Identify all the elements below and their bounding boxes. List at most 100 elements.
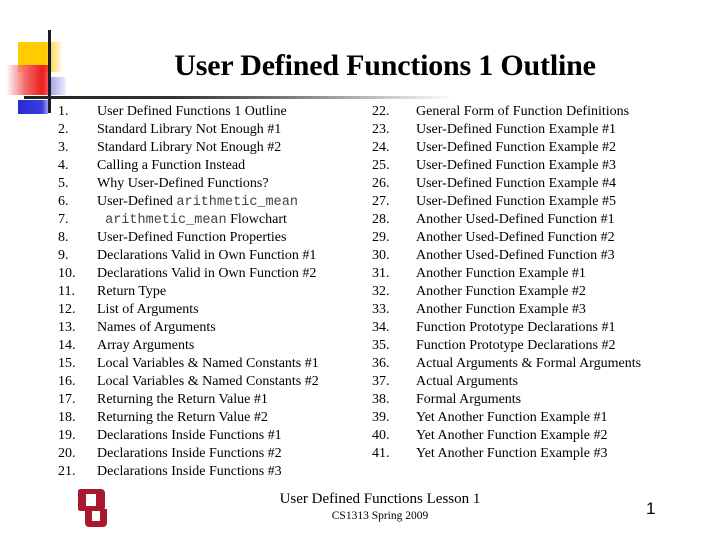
item-label: User-Defined Function Example #1 bbox=[416, 122, 616, 137]
item-label: Names of Arguments bbox=[97, 320, 216, 335]
outline-item: 22. General Form of Function Definitions bbox=[372, 103, 641, 121]
item-text: Another Used-Defined Function #3 bbox=[416, 247, 615, 265]
outline-item: 26. User-Defined Function Example #4 bbox=[372, 175, 641, 193]
item-number: 40. bbox=[372, 428, 390, 443]
item-label: Standard Library Not Enough #1 bbox=[97, 122, 282, 137]
outline-item: 31. Another Function Example #1 bbox=[372, 265, 641, 283]
item-text: Calling a Function Instead bbox=[97, 157, 245, 175]
item-number: 17. bbox=[58, 392, 76, 407]
item-label: Array Arguments bbox=[97, 338, 195, 353]
item-number: 7. bbox=[58, 212, 69, 227]
item-label: Actual Arguments & Formal Arguments bbox=[416, 356, 642, 371]
item-number: 18. bbox=[58, 410, 76, 425]
item-number: 23. bbox=[372, 122, 390, 137]
item-number: 25. bbox=[372, 158, 390, 173]
item-number: 32. bbox=[372, 284, 390, 299]
item-number: 6. bbox=[58, 194, 69, 209]
item-label: Standard Library Not Enough #2 bbox=[97, 140, 282, 155]
item-text: Function Prototype Declarations #1 bbox=[416, 319, 615, 337]
item-text: Function Prototype Declarations #2 bbox=[416, 337, 615, 355]
item-label: Another Function Example #1 bbox=[416, 266, 586, 281]
item-text: Standard Library Not Enough #2 bbox=[97, 139, 281, 157]
item-text: User-Defined Function Example #4 bbox=[416, 175, 616, 193]
item-label: List of Arguments bbox=[97, 302, 199, 317]
item-number: 13. bbox=[58, 320, 76, 335]
outline-list-left: 1. User Defined Functions 1 Outline 2. Stan… bbox=[58, 103, 319, 481]
item-text: Returning the Return Value #2 bbox=[97, 409, 268, 427]
outline-item: 28. Another Used-Defined Function #1 bbox=[372, 211, 641, 229]
item-number: 39. bbox=[372, 410, 390, 425]
outline-item: 12. List of Arguments bbox=[58, 301, 319, 319]
item-text: Why User-Defined Functions? bbox=[97, 175, 269, 193]
item-number: 29. bbox=[372, 230, 390, 245]
item-label: General Form of Function Definitions bbox=[416, 104, 630, 119]
item-label: User-Defined bbox=[97, 194, 177, 209]
item-label: Flowchart bbox=[226, 212, 287, 227]
item-number: 11. bbox=[58, 284, 75, 299]
item-label: Another Used-Defined Function #1 bbox=[416, 212, 615, 227]
outline-item: 15. Local Variables & Named Constants #1 bbox=[58, 355, 319, 373]
item-text: Another Function Example #2 bbox=[416, 283, 586, 301]
item-number: 21. bbox=[58, 464, 76, 479]
outline-item: 2. Standard Library Not Enough #1 bbox=[58, 121, 319, 139]
item-label: Declarations Inside Functions #2 bbox=[97, 446, 282, 461]
item-text: Another Used-Defined Function #2 bbox=[416, 229, 615, 247]
outline-item: 7. arithmetic_mean Flowchart bbox=[58, 211, 319, 229]
outline-item: 37. Actual Arguments bbox=[372, 373, 641, 391]
item-label: Return Type bbox=[97, 284, 167, 299]
outline-item: 17. Returning the Return Value #1 bbox=[58, 391, 319, 409]
item-number: 15. bbox=[58, 356, 76, 371]
item-number: 24. bbox=[372, 140, 390, 155]
item-text: Local Variables & Named Constants #2 bbox=[97, 373, 319, 391]
slide-title: User Defined Functions 1 Outline bbox=[174, 49, 596, 82]
item-number: 1. bbox=[58, 104, 69, 119]
code-identifier: arithmetic_mean bbox=[97, 213, 227, 228]
item-label: Actual Arguments bbox=[416, 374, 519, 389]
item-label: User-Defined Function Example #5 bbox=[416, 194, 616, 209]
item-text: Another Used-Defined Function #1 bbox=[416, 211, 615, 229]
item-text: Yet Another Function Example #1 bbox=[416, 409, 607, 427]
item-text: Another Function Example #1 bbox=[416, 265, 586, 283]
outline-item: 21. Declarations Inside Functions #3 bbox=[58, 463, 319, 481]
item-label: User-Defined Function Properties bbox=[97, 230, 287, 245]
code-identifier: arithmetic_mean bbox=[176, 195, 298, 210]
outline-item: 41. Yet Another Function Example #3 bbox=[372, 445, 641, 463]
outline-item: 18. Returning the Return Value #2 bbox=[58, 409, 319, 427]
item-number: 31. bbox=[372, 266, 390, 281]
outline-item: 4. Calling a Function Instead bbox=[58, 157, 319, 175]
outline-item: 1. User Defined Functions 1 Outline bbox=[58, 103, 319, 121]
item-number: 9. bbox=[58, 248, 69, 263]
item-label: Yet Another Function Example #3 bbox=[416, 446, 608, 461]
outline-item: 34. Function Prototype Declarations #1 bbox=[372, 319, 641, 337]
item-number: 8. bbox=[58, 230, 69, 245]
item-text: User-Defined Function Example #1 bbox=[416, 121, 616, 139]
item-number: 34. bbox=[372, 320, 390, 335]
item-label: Function Prototype Declarations #2 bbox=[416, 338, 616, 353]
item-number: 27. bbox=[372, 194, 390, 209]
item-label: Another Used-Defined Function #3 bbox=[416, 248, 615, 263]
item-number: 41. bbox=[372, 446, 390, 461]
outline-item: 33. Another Function Example #3 bbox=[372, 301, 641, 319]
item-text: Actual Arguments & Formal Arguments bbox=[416, 355, 641, 373]
item-text: Names of Arguments bbox=[97, 319, 216, 337]
item-label: Declarations Inside Functions #1 bbox=[97, 428, 282, 443]
item-text: Local Variables & Named Constants #1 bbox=[97, 355, 319, 373]
item-number: 14. bbox=[58, 338, 76, 353]
outline-item: 35. Function Prototype Declarations #2 bbox=[372, 337, 641, 355]
item-label: Local Variables & Named Constants #1 bbox=[97, 356, 319, 371]
outline-item: 27. User-Defined Function Example #5 bbox=[372, 193, 641, 211]
outline-item: 36. Actual Arguments & Formal Arguments bbox=[372, 355, 641, 373]
item-number: 19. bbox=[58, 428, 76, 443]
item-number: 30. bbox=[372, 248, 390, 263]
item-label: Why User-Defined Functions? bbox=[97, 176, 269, 191]
slide-number: 1 bbox=[646, 499, 656, 518]
item-number: 36. bbox=[372, 356, 390, 371]
item-label: Declarations Valid in Own Function #2 bbox=[97, 266, 317, 281]
item-number: 35. bbox=[372, 338, 390, 353]
item-number: 37. bbox=[372, 374, 390, 389]
item-text: Declarations Inside Functions #1 bbox=[97, 427, 282, 445]
item-text: Standard Library Not Enough #1 bbox=[97, 121, 281, 139]
item-text: Return Type bbox=[97, 283, 166, 301]
item-text: Declarations Inside Functions #2 bbox=[97, 445, 282, 463]
item-label: Declarations Valid in Own Function #1 bbox=[97, 248, 317, 263]
